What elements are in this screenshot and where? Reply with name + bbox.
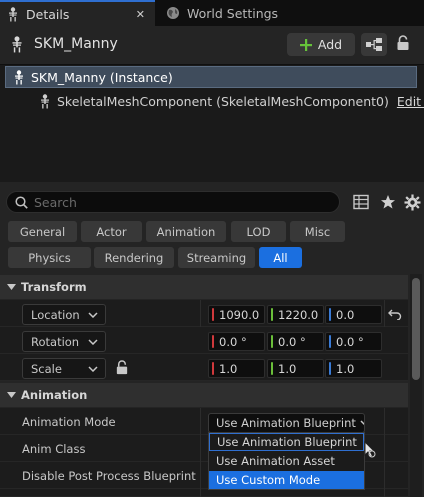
tree-item-instance-label: SKM_Manny (Instance): [31, 69, 173, 85]
scale-z-field[interactable]: 1.0: [325, 359, 382, 378]
rotation-label: Rotation: [31, 334, 80, 349]
star-icon[interactable]: [380, 194, 398, 212]
triangle-down-icon: [7, 392, 16, 398]
animation-mode-label: Animation Mode: [22, 415, 116, 429]
category-transform[interactable]: Transform: [0, 275, 408, 299]
scale-x-field[interactable]: 1.0: [208, 359, 265, 378]
search-input[interactable]: [34, 194, 314, 210]
skeleton-icon: [10, 36, 24, 53]
edit-in-cpp-link[interactable]: Edit in C++: [397, 94, 424, 109]
menu-option-custom-mode[interactable]: Use Custom Mode: [209, 471, 364, 489]
location-label: Location: [31, 307, 80, 322]
filter-all[interactable]: All: [259, 247, 302, 268]
z-axis-marker: [329, 362, 331, 375]
rotation-mode-dropdown[interactable]: Rotation: [22, 331, 106, 352]
rotation-z-value: 0.0 °: [336, 334, 364, 349]
location-y-field[interactable]: 1220.0: [267, 305, 324, 324]
location-mode-dropdown[interactable]: Location: [22, 304, 106, 325]
scale-mode-dropdown[interactable]: Scale: [22, 358, 106, 379]
tree-item-instance[interactable]: SKM_Manny (Instance): [5, 66, 417, 88]
filter-animation[interactable]: Animation: [146, 221, 226, 242]
skeleton-icon: [7, 6, 19, 22]
skeleton-icon: [13, 69, 25, 85]
rotation-x-field[interactable]: 0.0 °: [208, 332, 265, 351]
menu-option-animation-asset[interactable]: Use Animation Asset: [209, 452, 364, 470]
column-divider: [200, 408, 201, 497]
tree-item-skeletal-mesh[interactable]: SkeletalMeshComponent (SkeletalMeshCompo…: [34, 91, 424, 111]
rotation-x-value: 0.0 °: [219, 334, 247, 349]
location-y-value: 1220.0: [278, 307, 319, 322]
filter-misc[interactable]: Misc: [290, 221, 345, 242]
search-icon: [15, 195, 28, 209]
filter-streaming[interactable]: Streaming: [178, 247, 255, 268]
chevron-down-icon: [88, 365, 98, 372]
x-axis-marker: [212, 335, 214, 348]
z-axis-marker: [329, 308, 331, 321]
globe-icon: [166, 6, 180, 20]
category-animation-label: Animation: [21, 388, 88, 402]
tab-world-settings-label: World Settings: [187, 5, 279, 21]
scale-z-value: 1.0: [336, 361, 355, 376]
tab-world-settings[interactable]: World Settings: [158, 0, 328, 26]
table-icon[interactable]: [353, 194, 371, 212]
actor-name-title: SKM_Manny: [34, 36, 118, 52]
category-animation[interactable]: Animation: [0, 383, 408, 407]
z-axis-marker: [329, 335, 331, 348]
y-axis-marker: [271, 335, 273, 348]
skeleton-icon: [39, 93, 51, 109]
plus-icon: [299, 38, 312, 51]
scale-y-value: 1.0: [278, 361, 297, 376]
location-x-field[interactable]: 1090.0: [208, 305, 265, 324]
reset-arrow-icon[interactable]: [388, 308, 402, 320]
rotation-z-field[interactable]: 0.0 °: [325, 332, 382, 351]
location-x-value: 1090.0: [219, 307, 260, 322]
column-divider: [384, 408, 385, 497]
tab-details-label: Details: [26, 6, 70, 22]
y-axis-marker: [271, 308, 273, 321]
close-icon[interactable]: ✕: [136, 8, 145, 21]
animation-mode-dropdown[interactable]: Use Animation Blueprint: [208, 413, 365, 433]
blueprint-button[interactable]: [361, 33, 387, 56]
scale-x-value: 1.0: [219, 361, 238, 376]
animation-mode-value: Use Animation Blueprint: [216, 416, 356, 430]
scrollbar-thumb[interactable]: [412, 278, 420, 380]
tree-item-skeletal-mesh-label: SkeletalMeshComponent (SkeletalMeshCompo…: [57, 93, 389, 109]
gear-icon[interactable]: [404, 194, 422, 212]
chevron-down-icon: [88, 338, 98, 345]
disable-post-process-label: Disable Post Process Blueprint: [22, 469, 196, 483]
filter-actor[interactable]: Actor: [81, 221, 142, 242]
menu-option-animation-blueprint[interactable]: Use Animation Blueprint: [209, 433, 364, 451]
triangle-down-icon: [7, 284, 16, 290]
y-axis-marker: [271, 362, 273, 375]
lock-icon[interactable]: [396, 35, 416, 55]
scale-lock-icon[interactable]: [115, 360, 129, 375]
scale-label: Scale: [31, 361, 62, 376]
property-row-next: [0, 489, 408, 497]
cursor-icon: [364, 441, 378, 459]
filter-lod[interactable]: LOD: [231, 221, 286, 242]
filter-physics[interactable]: Physics: [8, 247, 91, 268]
chevron-down-icon: [88, 311, 98, 318]
search-box[interactable]: [6, 191, 340, 213]
x-axis-marker: [212, 362, 214, 375]
category-transform-label: Transform: [21, 280, 87, 294]
add-component-button[interactable]: Add: [287, 33, 355, 56]
filter-rendering[interactable]: Rendering: [94, 247, 174, 268]
tab-details[interactable]: Details ✕: [0, 0, 155, 26]
location-z-field[interactable]: 0.0: [325, 305, 382, 324]
add-button-label: Add: [317, 37, 343, 52]
x-axis-marker: [212, 308, 214, 321]
filter-general[interactable]: General: [8, 221, 77, 242]
location-z-value: 0.0: [336, 307, 355, 322]
scale-y-field[interactable]: 1.0: [267, 359, 324, 378]
rotation-y-value: 0.0 °: [278, 334, 306, 349]
blueprint-icon: [366, 38, 382, 51]
anim-class-label: Anim Class: [22, 442, 86, 456]
rotation-y-field[interactable]: 0.0 °: [267, 332, 324, 351]
chevron-down-icon: [360, 420, 364, 426]
